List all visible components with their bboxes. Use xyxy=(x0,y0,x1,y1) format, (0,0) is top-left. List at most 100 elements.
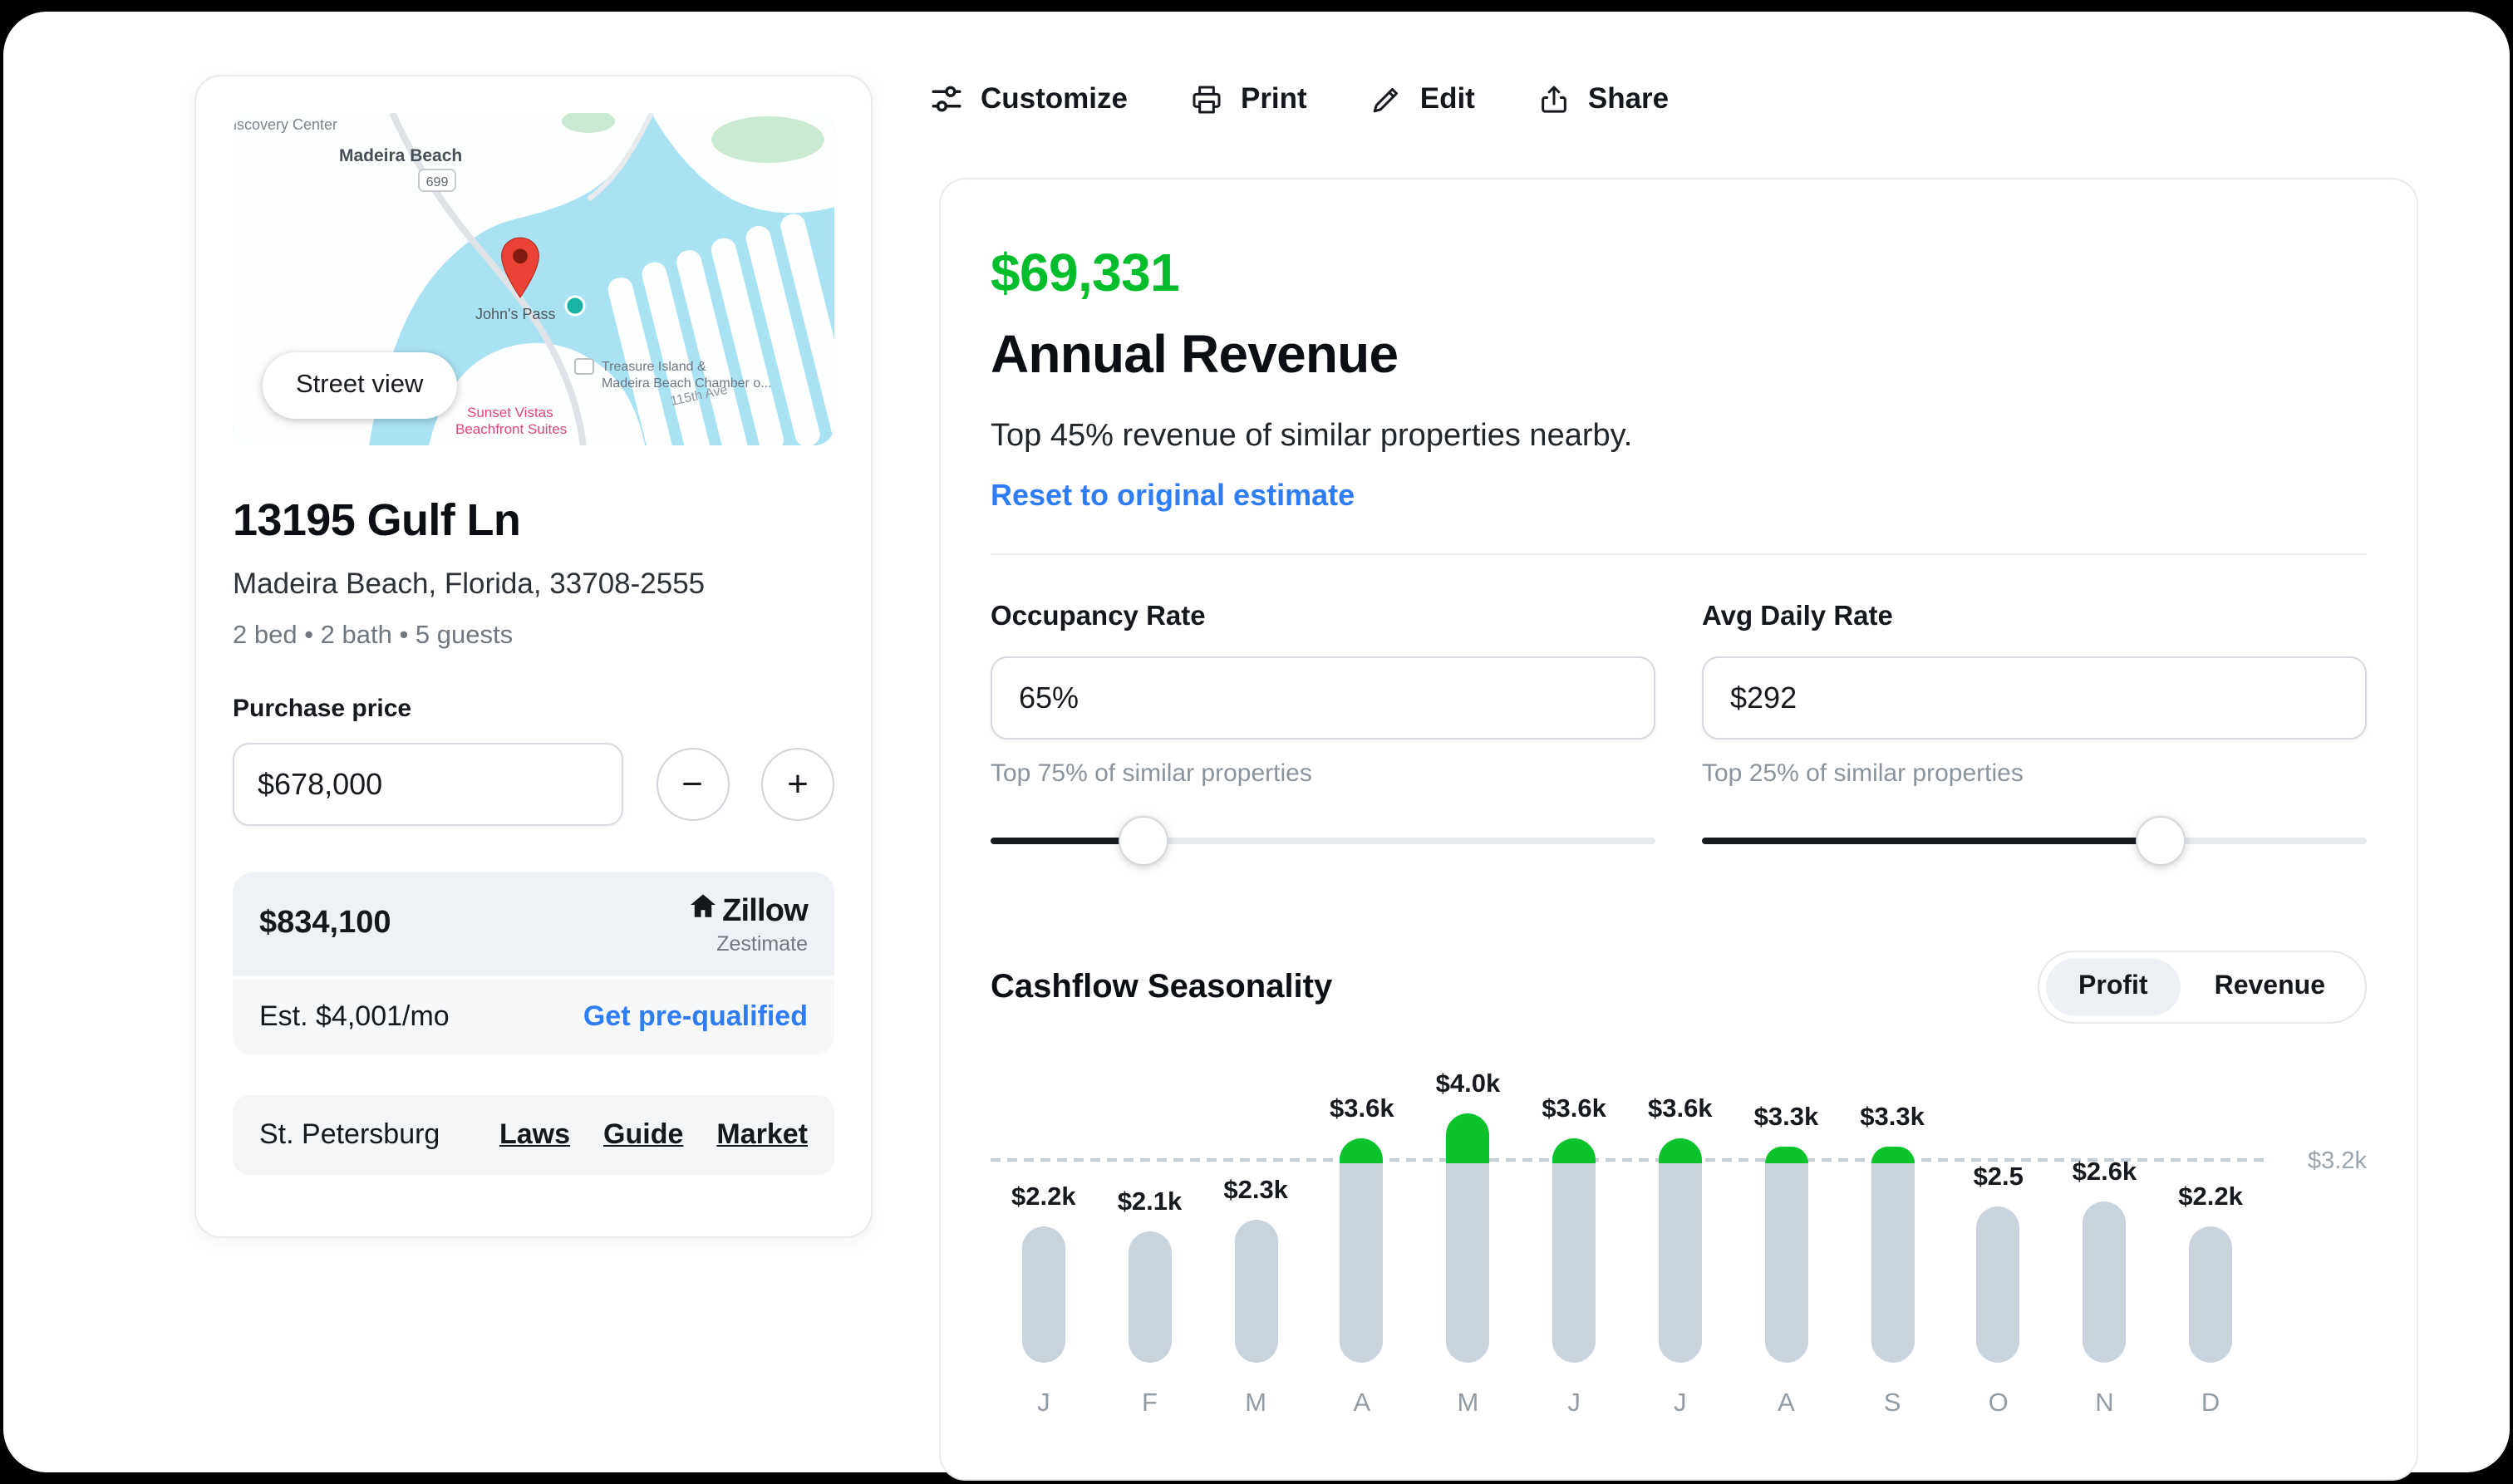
print-button[interactable]: Print xyxy=(1191,81,1307,116)
edit-button[interactable]: Edit xyxy=(1370,81,1475,116)
print-label: Print xyxy=(1240,81,1307,115)
printer-icon xyxy=(1191,82,1224,115)
pencil-icon xyxy=(1370,82,1404,115)
map-label-sunset-1: Sunset Vistas xyxy=(467,405,553,420)
map-route-badge: 699 xyxy=(426,175,449,189)
chart-bar-column: $2.2k xyxy=(2157,1044,2264,1363)
decrease-price-button[interactable]: − xyxy=(656,748,729,821)
property-location: Madeira Beach, Florida, 33708-2555 xyxy=(233,567,706,600)
bar-value-label: $2.2k xyxy=(1011,1182,1076,1211)
revenue-card: $69,331 Annual Revenue Top 45% revenue o… xyxy=(939,178,2418,1481)
occupancy-slider[interactable] xyxy=(991,814,1655,867)
toggle-profit[interactable]: Profit xyxy=(2045,959,2181,1015)
bar-value-label: $2.5 xyxy=(1973,1163,2024,1192)
share-icon xyxy=(1538,82,1571,115)
month-label: F xyxy=(1142,1389,1158,1418)
occupancy-rate-input[interactable] xyxy=(991,656,1655,740)
annual-revenue-amount: $69,331 xyxy=(991,243,1180,302)
toggle-revenue[interactable]: Revenue xyxy=(2181,959,2358,1015)
annual-revenue-title: Annual Revenue xyxy=(991,324,1399,384)
occupancy-hint: Top 75% of similar properties xyxy=(991,759,1312,788)
street-view-button[interactable]: Street view xyxy=(263,352,457,419)
toolbar: Customize Print Edit Share xyxy=(929,81,1669,116)
prequalify-link[interactable]: Get pre-qualified xyxy=(583,1000,808,1034)
cashflow-seasonality-title: Cashflow Seasonality xyxy=(991,968,1333,1005)
chart-bars: $2.2k $2.1k $2.3k $3.6k $4.0k $3.6k $3.6k $3.3k… xyxy=(991,1044,2264,1363)
chart-bar-column: $3.6k xyxy=(1309,1044,1415,1363)
occupancy-slider-thumb[interactable] xyxy=(1119,816,1168,866)
market-link[interactable]: Market xyxy=(716,1118,808,1152)
map-pin-icon xyxy=(499,236,542,307)
zillow-house-icon xyxy=(687,892,717,931)
month-label: D xyxy=(2201,1389,2220,1418)
monthly-estimate: Est. $4,001/mo xyxy=(259,1000,450,1032)
zestimate-label: Zestimate xyxy=(716,932,808,956)
chart-bar-column: $3.3k xyxy=(1839,1044,1945,1363)
threshold-label: $3.2k xyxy=(2308,1148,2367,1175)
map-label-madeira: Madeira Beach xyxy=(339,146,462,165)
bar-value-label: $3.6k xyxy=(1542,1095,1606,1123)
map-label-sunset-2: Beachfront Suites xyxy=(455,421,567,437)
purchase-price-input[interactable] xyxy=(233,743,623,826)
chart-bar-column: $4.0k xyxy=(1415,1044,1522,1363)
month-label: A xyxy=(1353,1389,1371,1418)
avg-daily-rate-input[interactable] xyxy=(1702,656,2367,740)
purchase-price-label: Purchase price xyxy=(233,695,412,723)
app-window: 699 Discovery Center Madeira Beach John'… xyxy=(3,12,2510,1481)
bar-value-label: $4.0k xyxy=(1435,1070,1501,1098)
bar-value-label: $2.3k xyxy=(1223,1176,1288,1205)
bar xyxy=(2189,1226,2233,1363)
share-button[interactable]: Share xyxy=(1538,81,1669,116)
bar xyxy=(1658,1138,1702,1363)
bar xyxy=(1552,1138,1596,1363)
month-label: A xyxy=(1778,1389,1795,1418)
revenue-subtitle: Top 45% revenue of similar properties ne… xyxy=(991,419,1633,454)
bar-value-label: $3.6k xyxy=(1330,1095,1394,1123)
bar xyxy=(1976,1206,2020,1363)
bar xyxy=(1128,1231,1172,1363)
chart-bar-column: $2.5 xyxy=(1945,1044,2052,1363)
bar xyxy=(1446,1113,1490,1363)
zillow-wordmark: Zillow xyxy=(722,893,809,928)
chart-bar-column: $2.3k xyxy=(1202,1044,1309,1363)
app-stage: 699 Discovery Center Madeira Beach John'… xyxy=(0,0,2513,1484)
avg-daily-rate-label: Avg Daily Rate xyxy=(1702,602,1893,631)
map-label-chamber-1: Treasure Island & xyxy=(602,360,706,374)
bar xyxy=(1340,1138,1384,1363)
guide-link[interactable]: Guide xyxy=(603,1118,683,1152)
zestimate-value: $834,100 xyxy=(259,906,391,941)
month-label: M xyxy=(1457,1389,1479,1418)
laws-link[interactable]: Laws xyxy=(499,1118,570,1152)
edit-label: Edit xyxy=(1419,81,1475,115)
property-specs: 2 bed • 2 bath • 5 guests xyxy=(233,622,514,650)
month-label: J xyxy=(1567,1389,1581,1418)
bar xyxy=(1871,1147,1915,1363)
chart-bar-column: $2.6k xyxy=(2052,1044,2158,1363)
map-label-chamber-2: Madeira Beach Chamber o... xyxy=(602,376,772,391)
increase-price-button[interactable]: + xyxy=(761,748,834,821)
daily-rate-slider-thumb[interactable] xyxy=(2136,816,2186,866)
property-map[interactable]: 699 Discovery Center Madeira Beach John'… xyxy=(233,113,834,445)
sliders-icon xyxy=(929,81,964,116)
customize-button[interactable]: Customize xyxy=(929,81,1128,116)
reset-estimate-link[interactable]: Reset to original estimate xyxy=(991,479,1355,514)
daily-rate-hint: Top 25% of similar properties xyxy=(1702,759,2024,788)
profit-revenue-toggle: Profit Revenue xyxy=(2037,951,2367,1024)
chart-bar-column: $2.1k xyxy=(1097,1044,1203,1363)
divider xyxy=(991,553,2367,555)
property-address: 13195 Gulf Ln xyxy=(233,495,521,545)
chart-bar-column: $3.3k xyxy=(1734,1044,1840,1363)
daily-rate-slider[interactable] xyxy=(1702,814,2367,867)
market-row: St. Petersburg Laws Guide Market xyxy=(233,1095,834,1175)
bar-value-label: $3.6k xyxy=(1647,1095,1713,1123)
month-label: M xyxy=(1245,1389,1267,1418)
chart-bar-column: $3.6k xyxy=(1521,1044,1627,1363)
chart-months: JFMAMJJASOND xyxy=(991,1363,2264,1419)
market-city: St. Petersburg xyxy=(259,1118,440,1150)
bar-value-label: $2.2k xyxy=(2178,1182,2243,1211)
bar-value-label: $3.3k xyxy=(1860,1103,1925,1132)
month-label: N xyxy=(2095,1389,2114,1418)
customize-label: Customize xyxy=(981,81,1128,115)
month-label: S xyxy=(1883,1389,1901,1418)
month-label: J xyxy=(1037,1389,1050,1418)
